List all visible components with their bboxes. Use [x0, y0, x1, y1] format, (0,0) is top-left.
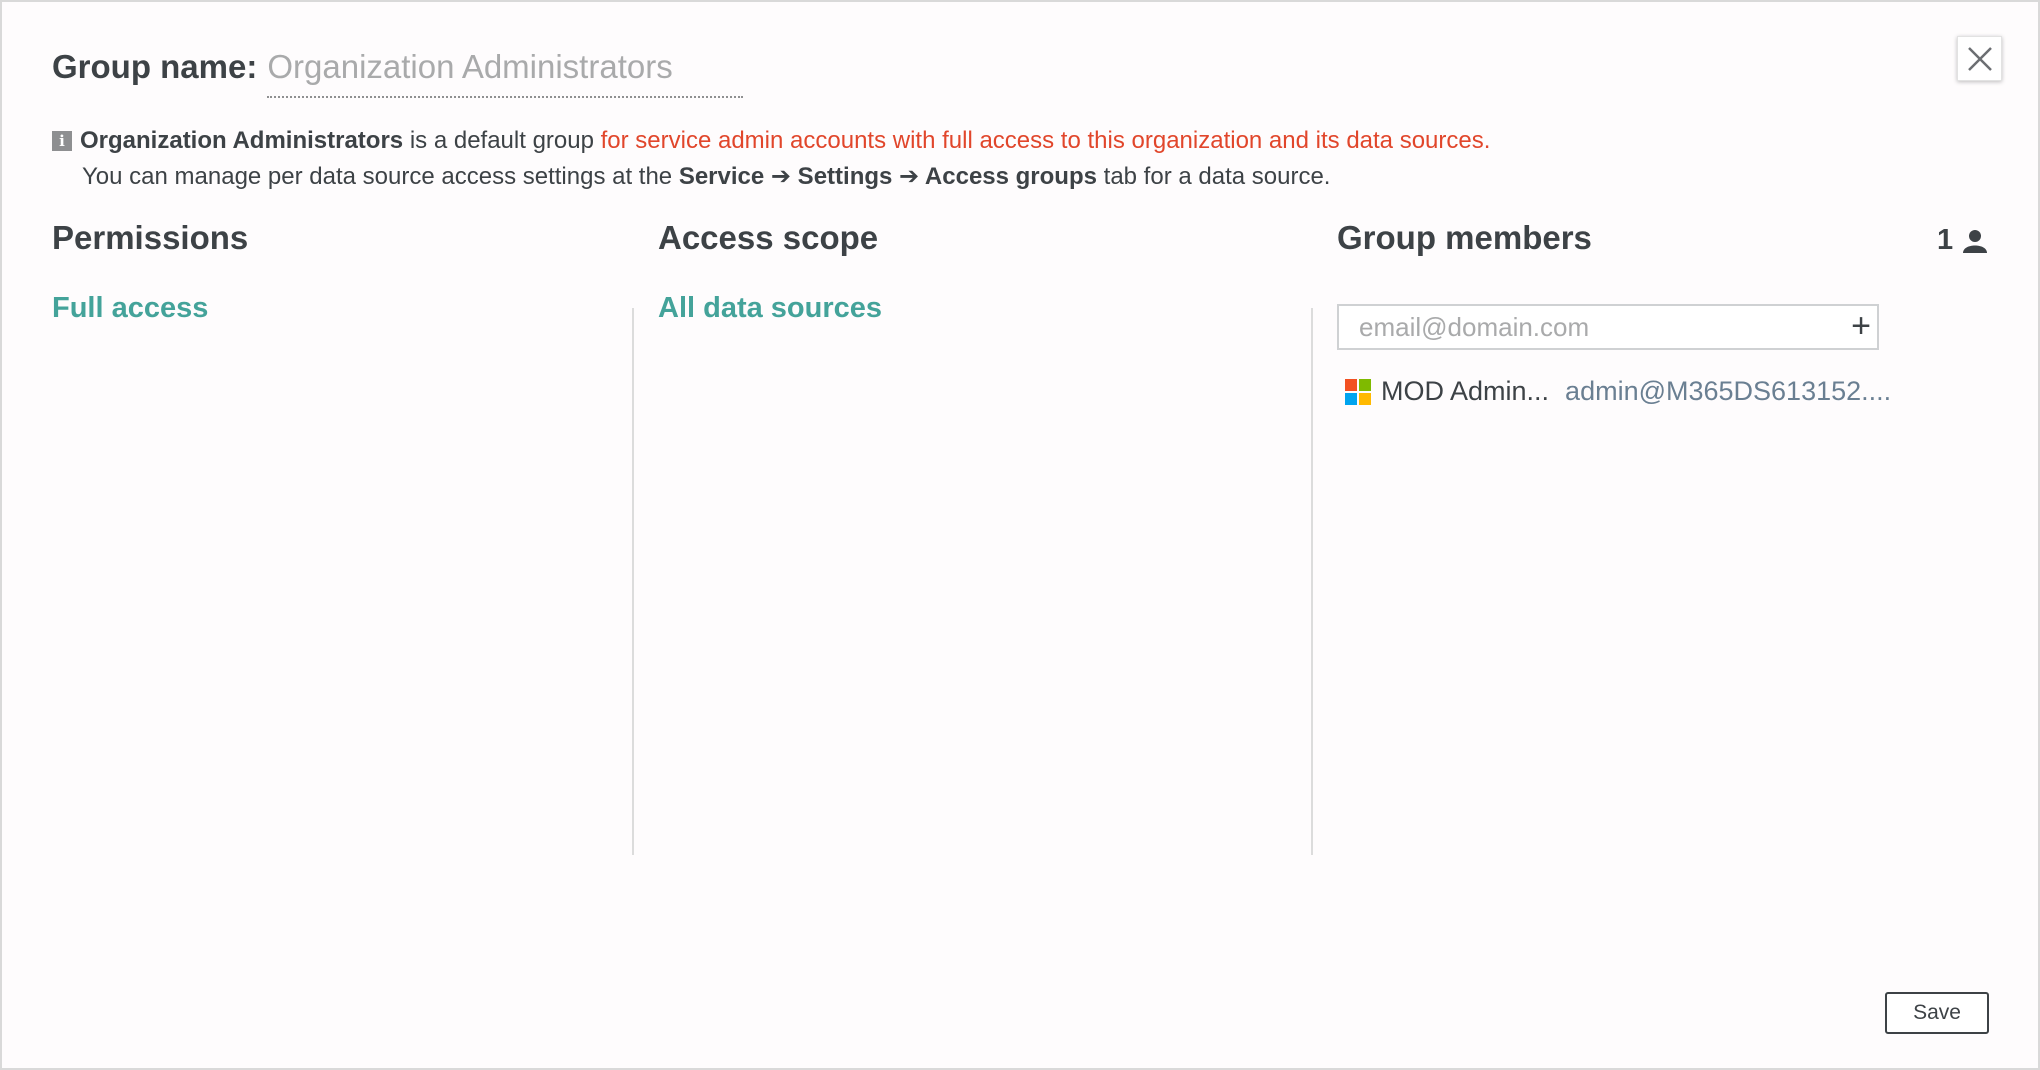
- info-group-name: Organization Administrators: [80, 127, 404, 154]
- info-line-1: i Organization Administrators is a defau…: [52, 123, 1490, 159]
- info-line2-text: You can manage per data source access se…: [82, 163, 679, 190]
- info-highlight: for service admin accounts with full acc…: [600, 127, 1491, 154]
- member-count-value: 1: [1937, 224, 1954, 256]
- access-scope-title: Access scope: [658, 219, 879, 256]
- add-member-button[interactable]: +: [1847, 307, 1875, 345]
- info-line2-suffix: tab for a data source.: [1096, 163, 1331, 190]
- user-icon: [1963, 229, 1988, 253]
- settings-path: Service ➔ Settings ➔ Access groups: [678, 163, 1097, 190]
- member-name: MOD Admin...: [1381, 376, 1550, 406]
- save-button[interactable]: Save: [1885, 992, 1989, 1034]
- column-divider: [632, 308, 634, 855]
- column-divider: [1311, 308, 1313, 855]
- access-scope-value[interactable]: All data sources: [658, 292, 882, 325]
- info-icon: i: [52, 131, 72, 151]
- group-dialog: Group name: i Organization Administrator…: [0, 0, 2040, 1070]
- group-name-label: Group name:: [52, 48, 258, 85]
- info-text: is a default group: [403, 127, 601, 154]
- group-members-title: Group members: [1337, 219, 1592, 256]
- email-input[interactable]: [1337, 304, 1879, 350]
- close-icon: [1967, 46, 1992, 71]
- permissions-value[interactable]: Full access: [52, 292, 208, 325]
- info-message: i Organization Administrators is a defau…: [52, 123, 1490, 195]
- microsoft-logo-icon: [1345, 378, 1371, 405]
- info-line-2: You can manage per data source access se…: [52, 159, 1490, 195]
- group-name-row: Group name:: [52, 48, 744, 98]
- permissions-title: Permissions: [52, 219, 249, 256]
- group-name-input[interactable]: [267, 48, 744, 98]
- member-row[interactable]: MOD Admin... admin@M365DS613152....: [1345, 376, 1891, 407]
- member-email: admin@M365DS613152....: [1565, 376, 1892, 406]
- member-count: 1: [1937, 224, 1988, 257]
- close-button[interactable]: [1957, 36, 2002, 81]
